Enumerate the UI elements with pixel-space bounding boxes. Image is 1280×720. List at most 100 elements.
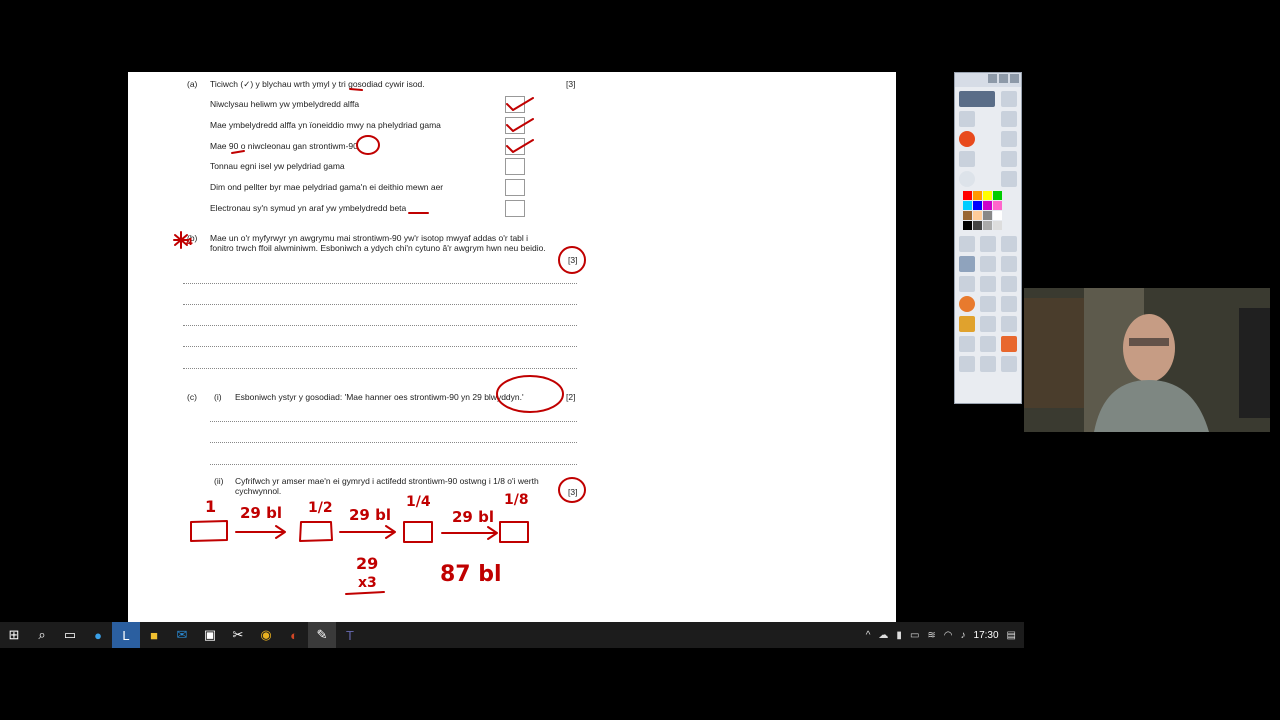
taskbar: ⊞ ⌕ ▭ ● L ■ ✉ ▣ ✂ ◉ ◐ ✎ T ^ ☁ ▮ ▭ ≋ ◠ ♪ … xyxy=(0,622,1024,648)
arrow-label: 29 bl xyxy=(240,504,282,522)
pen-settings-icon[interactable] xyxy=(1001,91,1017,107)
color-swatch[interactable] xyxy=(963,211,972,220)
usb-icon[interactable]: ▮ xyxy=(896,630,902,641)
text-icon[interactable] xyxy=(980,316,996,332)
color-swatch[interactable] xyxy=(993,201,1002,210)
edge-icon[interactable]: ● xyxy=(84,622,112,648)
exam-document: (a) Ticiwch (✓) y blychau wrth ymyl y tr… xyxy=(128,72,896,622)
l-app-icon[interactable]: L xyxy=(112,622,140,648)
image-icon[interactable] xyxy=(1001,236,1017,252)
multiplier-top: 29 xyxy=(356,554,378,573)
flask-icon[interactable] xyxy=(959,336,975,352)
search-icon[interactable]: ⌕ xyxy=(28,622,56,648)
shape-icon[interactable] xyxy=(959,276,975,292)
capture-tool-icon[interactable]: ✂ xyxy=(224,622,252,648)
highlighter-icon[interactable] xyxy=(980,256,996,272)
color-swatch[interactable] xyxy=(983,201,992,210)
network-icon[interactable]: ≋ xyxy=(927,630,935,641)
chrome-icon[interactable]: ◉ xyxy=(252,622,280,648)
color-swatch[interactable] xyxy=(983,211,992,220)
pen-icon[interactable] xyxy=(959,256,975,272)
menu-icon[interactable] xyxy=(988,74,997,83)
tick-mark xyxy=(506,139,534,153)
chevron-up-icon[interactable]: ^ xyxy=(866,630,871,641)
wifi-icon[interactable]: ◠ xyxy=(944,630,953,641)
zoom-icon[interactable] xyxy=(1001,131,1017,147)
fraction-label: 1/4 xyxy=(406,494,431,510)
clock[interactable]: 17:30 xyxy=(974,630,999,641)
color-swatch[interactable] xyxy=(993,211,1002,220)
color-swatch[interactable] xyxy=(973,201,982,210)
battery-icon[interactable]: ▭ xyxy=(910,630,919,641)
color-palette xyxy=(963,191,1017,230)
system-tray: ^ ☁ ▮ ▭ ≋ ◠ ♪ 17:30 ▤ xyxy=(866,622,1016,648)
fraction-label: 1 xyxy=(205,497,216,516)
cursor-icon[interactable] xyxy=(1001,316,1017,332)
pen-annotations: 4 1 1/2 1/4 1/8 29 bl 29 bl 29 bl 29 x3 … xyxy=(173,88,586,595)
pencil-icon[interactable] xyxy=(980,296,996,312)
underline xyxy=(231,150,245,154)
color-swatch[interactable] xyxy=(993,221,1002,230)
drawn-arrow xyxy=(235,525,286,539)
color-swatch[interactable] xyxy=(983,191,992,200)
store-icon[interactable]: ▣ xyxy=(196,622,224,648)
fraction-label: 1/8 xyxy=(504,492,529,508)
layers-icon[interactable] xyxy=(1001,111,1017,127)
circle xyxy=(558,246,586,274)
settings-icon[interactable] xyxy=(959,356,975,372)
spotlight-icon[interactable] xyxy=(959,171,975,187)
screen-icon[interactable] xyxy=(959,151,975,167)
monitor-icon[interactable] xyxy=(1001,151,1017,167)
globe-icon[interactable] xyxy=(1001,171,1017,187)
windows-start-icon[interactable]: ⊞ xyxy=(0,622,28,648)
color-swatch[interactable] xyxy=(963,201,972,210)
fill-icon[interactable] xyxy=(980,276,996,292)
notifications-icon[interactable]: ▤ xyxy=(1007,630,1016,641)
clear-icon[interactable] xyxy=(1001,336,1017,352)
minimize-icon[interactable] xyxy=(999,74,1008,83)
toolbox-titlebar xyxy=(955,73,1021,87)
cloud-icon[interactable]: ☁ xyxy=(878,630,888,641)
page-icon[interactable] xyxy=(959,111,975,127)
color-swatch[interactable] xyxy=(983,221,992,230)
circle xyxy=(496,375,564,413)
annotation-toolbox xyxy=(954,72,1022,404)
volume-icon[interactable]: ♪ xyxy=(961,630,966,641)
color-swatch[interactable] xyxy=(973,211,982,220)
final-answer: 87 bl xyxy=(440,562,502,587)
arrow-label: 29 bl xyxy=(349,506,391,524)
whiteboard-tool-icon[interactable]: ✎ xyxy=(308,622,336,648)
laser-icon[interactable] xyxy=(980,236,996,252)
teams-icon[interactable]: T xyxy=(336,622,364,648)
drawn-box xyxy=(299,521,333,542)
task-view-icon[interactable]: ▭ xyxy=(56,622,84,648)
color-swatch[interactable] xyxy=(993,191,1002,200)
circle-tool-icon[interactable] xyxy=(959,296,975,312)
drawn-arrow xyxy=(441,526,498,540)
color-swatch[interactable] xyxy=(973,221,982,230)
color-swatch[interactable] xyxy=(963,221,972,230)
record-icon[interactable] xyxy=(959,131,975,147)
close-icon[interactable] xyxy=(1010,74,1019,83)
multiplier-bottom: x3 xyxy=(358,575,377,591)
color-swatch[interactable] xyxy=(973,191,982,200)
mail-icon[interactable]: ✉ xyxy=(168,622,196,648)
line-icon[interactable] xyxy=(1001,276,1017,292)
tick-mark xyxy=(506,118,534,132)
color-swatch[interactable] xyxy=(963,191,972,200)
file-explorer-icon[interactable]: ■ xyxy=(140,622,168,648)
eraser-icon[interactable] xyxy=(1001,256,1017,272)
powerpoint-icon[interactable]: ◐ xyxy=(280,622,308,648)
share-button[interactable] xyxy=(959,91,995,107)
save-icon[interactable] xyxy=(1001,356,1017,372)
undo-icon[interactable] xyxy=(980,336,996,352)
webcam-feed xyxy=(1024,288,1270,432)
drawn-arrow xyxy=(339,525,396,539)
drawn-box xyxy=(403,521,433,543)
star-number: 4 xyxy=(186,237,193,248)
underline xyxy=(345,591,385,595)
arrow-tool-icon[interactable] xyxy=(1001,296,1017,312)
help-icon[interactable] xyxy=(980,356,996,372)
pointer-icon[interactable] xyxy=(959,236,975,252)
stamp-icon[interactable] xyxy=(959,316,975,332)
